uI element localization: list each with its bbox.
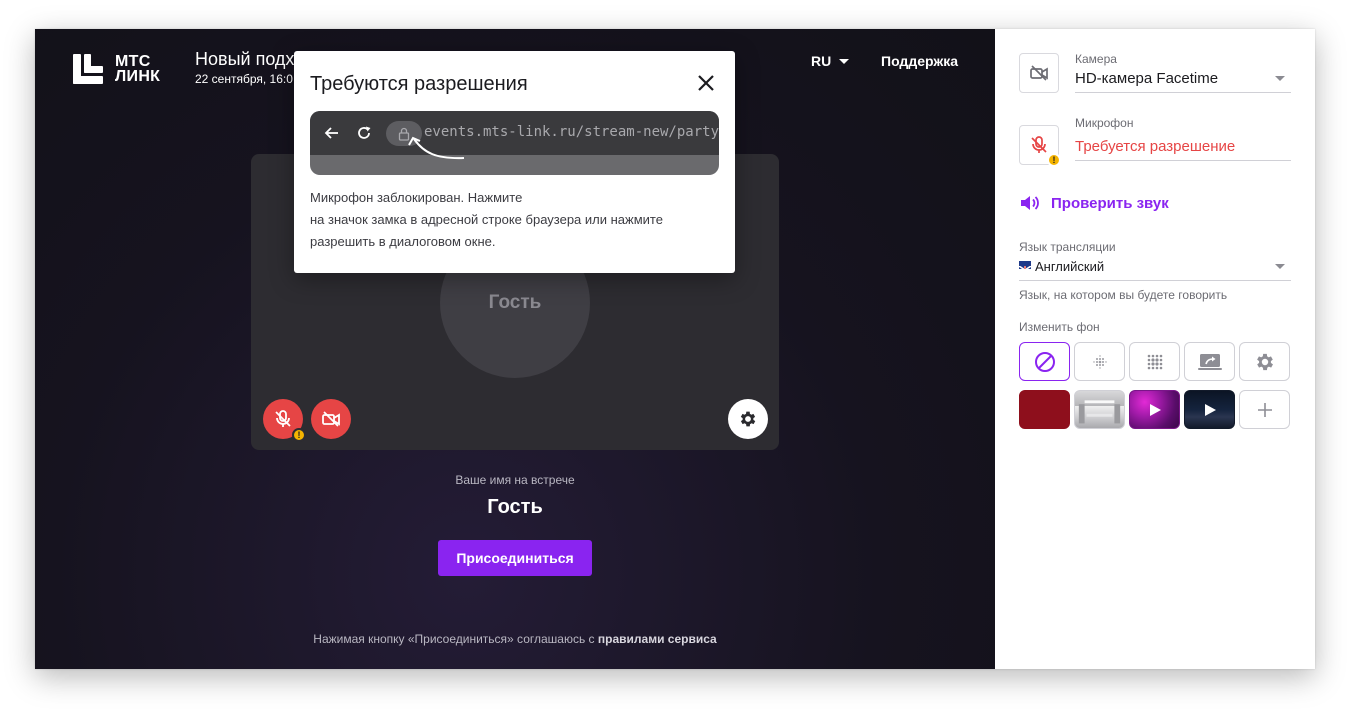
background-blur-strong-option[interactable]: [1129, 342, 1180, 381]
terms-link[interactable]: правилами сервиса: [598, 632, 717, 646]
background-city-video-option[interactable]: [1184, 390, 1235, 429]
mts-link-logo-icon: [73, 54, 103, 84]
language-switcher[interactable]: RU: [811, 53, 850, 69]
browser-address-bar-illustration: events.mts-link.ru/stream-new/party: [310, 111, 719, 175]
reload-icon: [358, 126, 371, 139]
mic-off-icon: [275, 410, 291, 427]
camera-label: Камера: [1075, 52, 1117, 66]
device-settings-panel: Камера HD-камера Facetime ! Микрофон Тре…: [995, 29, 1315, 669]
app-window: МТС ЛИНК Новый подх 22 сентября, 16:0 RU…: [35, 29, 1315, 669]
video-settings-button[interactable]: [728, 399, 768, 439]
logo-line-1: МТС: [115, 53, 151, 70]
blur-strong-icon: [1147, 354, 1162, 369]
background-label: Изменить фон: [1019, 320, 1100, 334]
terms-text: Нажимая кнопку «Присоединиться» соглашаю…: [313, 632, 598, 646]
plus-icon: [1257, 402, 1272, 417]
speaker-icon: [1021, 196, 1039, 210]
gear-icon: [740, 411, 756, 427]
play-icon: [1204, 403, 1216, 416]
blur-light-icon: [1092, 354, 1107, 369]
broadcast-language-label: Язык трансляции: [1019, 240, 1116, 254]
warning-icon: !: [1047, 153, 1061, 167]
camera-device-button[interactable]: [1019, 53, 1059, 93]
screen-share-icon: [1197, 353, 1222, 370]
pointer-arrow-icon: [408, 136, 465, 160]
terms-notice: Нажимая кнопку «Присоединиться» соглашаю…: [35, 632, 995, 646]
modal-body-line: разрешить в диалоговом окне.: [310, 234, 496, 249]
avatar-name: Гость: [488, 292, 542, 313]
meeting-date: 22 сентября, 16:0: [195, 72, 293, 86]
background-none-option[interactable]: [1019, 342, 1070, 381]
permissions-modal: Требуются разрешения events.mts-link.ru/…: [294, 51, 735, 273]
camera-value: HD-камера Facetime: [1075, 70, 1219, 87]
office-room-icon: [1078, 400, 1121, 424]
background-settings-option[interactable]: [1239, 342, 1290, 381]
modal-body-line: на значок замка в адресной строке браузе…: [310, 212, 663, 227]
microphone-device-button[interactable]: !: [1019, 125, 1061, 167]
warning-icon: !: [292, 428, 306, 442]
microphone-select[interactable]: Требуется разрешение: [1075, 135, 1291, 161]
no-background-icon: [1034, 351, 1055, 372]
broadcast-language-select[interactable]: Английский: [1019, 255, 1291, 281]
chevron-down-icon: [1275, 264, 1285, 269]
close-icon[interactable]: [694, 71, 718, 95]
background-office-image-option[interactable]: [1074, 390, 1125, 429]
microphone-toggle-button[interactable]: !: [263, 399, 306, 442]
pre-join-stage: МТС ЛИНК Новый подх 22 сентября, 16:0 RU…: [35, 29, 995, 669]
background-purple-video-option[interactable]: [1129, 390, 1180, 429]
modal-body: Микрофон заблокирован. Нажмите на значок…: [310, 187, 730, 253]
check-sound-label: Проверить звук: [1051, 194, 1169, 212]
camera-select[interactable]: HD-камера Facetime: [1075, 67, 1291, 93]
modal-body-line: Микрофон заблокирован. Нажмите: [310, 190, 523, 205]
gear-icon: [1256, 353, 1273, 370]
browser-toolbar: events.mts-link.ru/stream-new/party: [310, 111, 719, 155]
microphone-value: Требуется разрешение: [1075, 138, 1236, 155]
check-sound-button[interactable]: Проверить звук: [1019, 193, 1169, 213]
logo: МТС ЛИНК: [73, 53, 161, 85]
broadcast-language-value: Английский: [1035, 259, 1105, 274]
background-screen-option[interactable]: [1184, 342, 1235, 381]
logo-text: МТС ЛИНК: [115, 53, 161, 85]
language-code: RU: [811, 53, 832, 69]
chevron-down-icon: [1275, 76, 1285, 81]
background-color-option[interactable]: [1019, 390, 1070, 429]
camera-toggle-button[interactable]: [311, 399, 351, 439]
chevron-down-icon: [839, 58, 850, 64]
name-label: Ваше имя на встрече: [455, 473, 575, 487]
meeting-title: Новый подх: [195, 49, 295, 69]
play-icon: [1149, 403, 1161, 416]
join-button[interactable]: Присоединиться: [438, 540, 592, 576]
url-text: events.mts-link.ru/stream-new/party: [424, 124, 719, 140]
add-background-button[interactable]: [1239, 390, 1290, 429]
camera-off-icon: [322, 411, 340, 427]
background-blur-light-option[interactable]: [1074, 342, 1125, 381]
uk-flag-icon: [1019, 261, 1031, 269]
support-link[interactable]: Поддержка: [881, 53, 958, 69]
logo-line-2: ЛИНК: [115, 68, 161, 85]
camera-off-icon: [1030, 65, 1048, 81]
display-name-input[interactable]: [415, 492, 615, 522]
modal-title: Требуются разрешения: [310, 73, 528, 95]
broadcast-language-hint: Язык, на котором вы будете говорить: [1019, 288, 1228, 302]
microphone-label: Микрофон: [1075, 116, 1134, 130]
back-arrow-icon: [324, 127, 338, 139]
mic-off-icon: [1031, 136, 1047, 153]
